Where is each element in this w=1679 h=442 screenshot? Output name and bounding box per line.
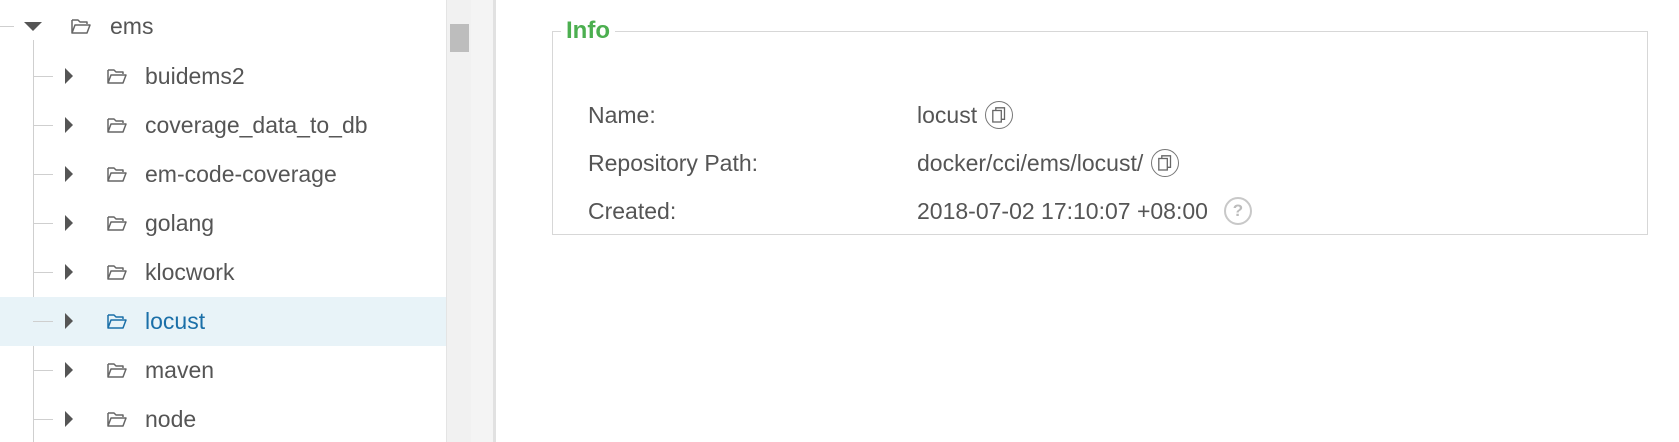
tree-pane: ems buidems2 coverage_data_to_db em-code-c… (0, 0, 446, 442)
tree-connector (0, 26, 14, 27)
artifact-browser: ems buidems2 coverage_data_to_db em-code-c… (0, 0, 1679, 442)
tree-node-maven[interactable]: maven (0, 346, 446, 395)
expand-caret-icon[interactable] (65, 68, 73, 84)
tree-node-label: maven (145, 357, 215, 383)
folder-open-icon (107, 363, 127, 378)
folder-open-icon (107, 216, 127, 231)
folder-open-icon (107, 412, 127, 427)
folder-open-icon (107, 69, 127, 84)
created-value-group: 2018-07-02 17:10:07 +08:00 ? (917, 191, 1252, 231)
name-value: locust (917, 101, 978, 128)
path-value-group: docker/cci/ems/locust/ (917, 143, 1180, 183)
info-row-name: Name: locust (553, 95, 1649, 135)
tree-node-label: buidems2 (145, 63, 245, 89)
copy-icon (1158, 155, 1172, 171)
tree-node-label: locust (145, 308, 206, 334)
tree-node-golang[interactable]: golang (0, 199, 446, 248)
folder-open-icon (71, 19, 91, 34)
tree-node-label: coverage_data_to_db (145, 112, 368, 138)
tree-connector (33, 76, 53, 77)
expand-caret-icon[interactable] (65, 117, 73, 133)
copy-name-button[interactable] (985, 101, 1014, 129)
tree-node-buidems2[interactable]: buidems2 (0, 52, 446, 101)
expand-caret-icon[interactable] (65, 166, 73, 182)
pane-splitter[interactable] (471, 0, 493, 442)
expand-caret-icon[interactable] (65, 362, 73, 378)
info-fieldset: Info Name: locust Repository Path: docke… (552, 17, 1649, 235)
path-label: Repository Path: (588, 150, 759, 176)
tree-node-ems[interactable]: ems (0, 2, 446, 51)
tree-node-locust[interactable]: locust (0, 297, 446, 346)
tree-node-coverage-data-to-db[interactable]: coverage_data_to_db (0, 101, 446, 150)
tree-node-label: node (145, 406, 197, 432)
tree-node-label: ems (110, 13, 154, 39)
name-label: Name: (588, 102, 656, 128)
tree-connector (33, 272, 53, 273)
tree-scrollbar[interactable] (446, 0, 471, 442)
expand-caret-icon[interactable] (65, 411, 73, 427)
tree-node-klocwork[interactable]: klocwork (0, 248, 446, 297)
expand-caret-icon[interactable] (65, 264, 73, 280)
tree-connector (33, 370, 53, 371)
copy-icon (992, 107, 1006, 123)
collapse-caret-icon[interactable] (24, 22, 42, 31)
folder-open-icon (107, 265, 127, 280)
info-row-path: Repository Path: docker/cci/ems/locust/ (553, 143, 1649, 183)
tree-node-label: golang (145, 210, 215, 236)
tree-node-label: klocwork (145, 259, 235, 285)
tree-node-em-code-coverage[interactable]: em-code-coverage (0, 150, 446, 199)
tree-connector (33, 223, 53, 224)
info-row-created: Created: 2018-07-02 17:10:07 +08:00 ? (553, 191, 1649, 231)
expand-caret-icon[interactable] (65, 313, 73, 329)
tree-connector (33, 419, 53, 420)
expand-caret-icon[interactable] (65, 215, 73, 231)
details-panel: Info Name: locust Repository Path: docke… (496, 0, 1679, 442)
folder-open-icon (107, 314, 127, 329)
tree-connector (33, 125, 53, 126)
tree-node-label: em-code-coverage (145, 161, 337, 187)
tree-connector (33, 321, 53, 322)
folder-open-icon (107, 167, 127, 182)
tree-node-node[interactable]: node (0, 395, 446, 442)
created-label: Created: (588, 198, 677, 224)
tree-connector (33, 174, 53, 175)
folder-open-icon (107, 118, 127, 133)
help-icon[interactable]: ? (1223, 197, 1252, 225)
copy-path-button[interactable] (1151, 149, 1180, 177)
info-legend: Info (566, 17, 610, 44)
scrollbar-thumb[interactable] (450, 24, 469, 52)
created-value: 2018-07-02 17:10:07 +08:00 (917, 197, 1208, 224)
path-value: docker/cci/ems/locust/ (917, 149, 1144, 176)
name-value-group: locust (917, 95, 1014, 135)
